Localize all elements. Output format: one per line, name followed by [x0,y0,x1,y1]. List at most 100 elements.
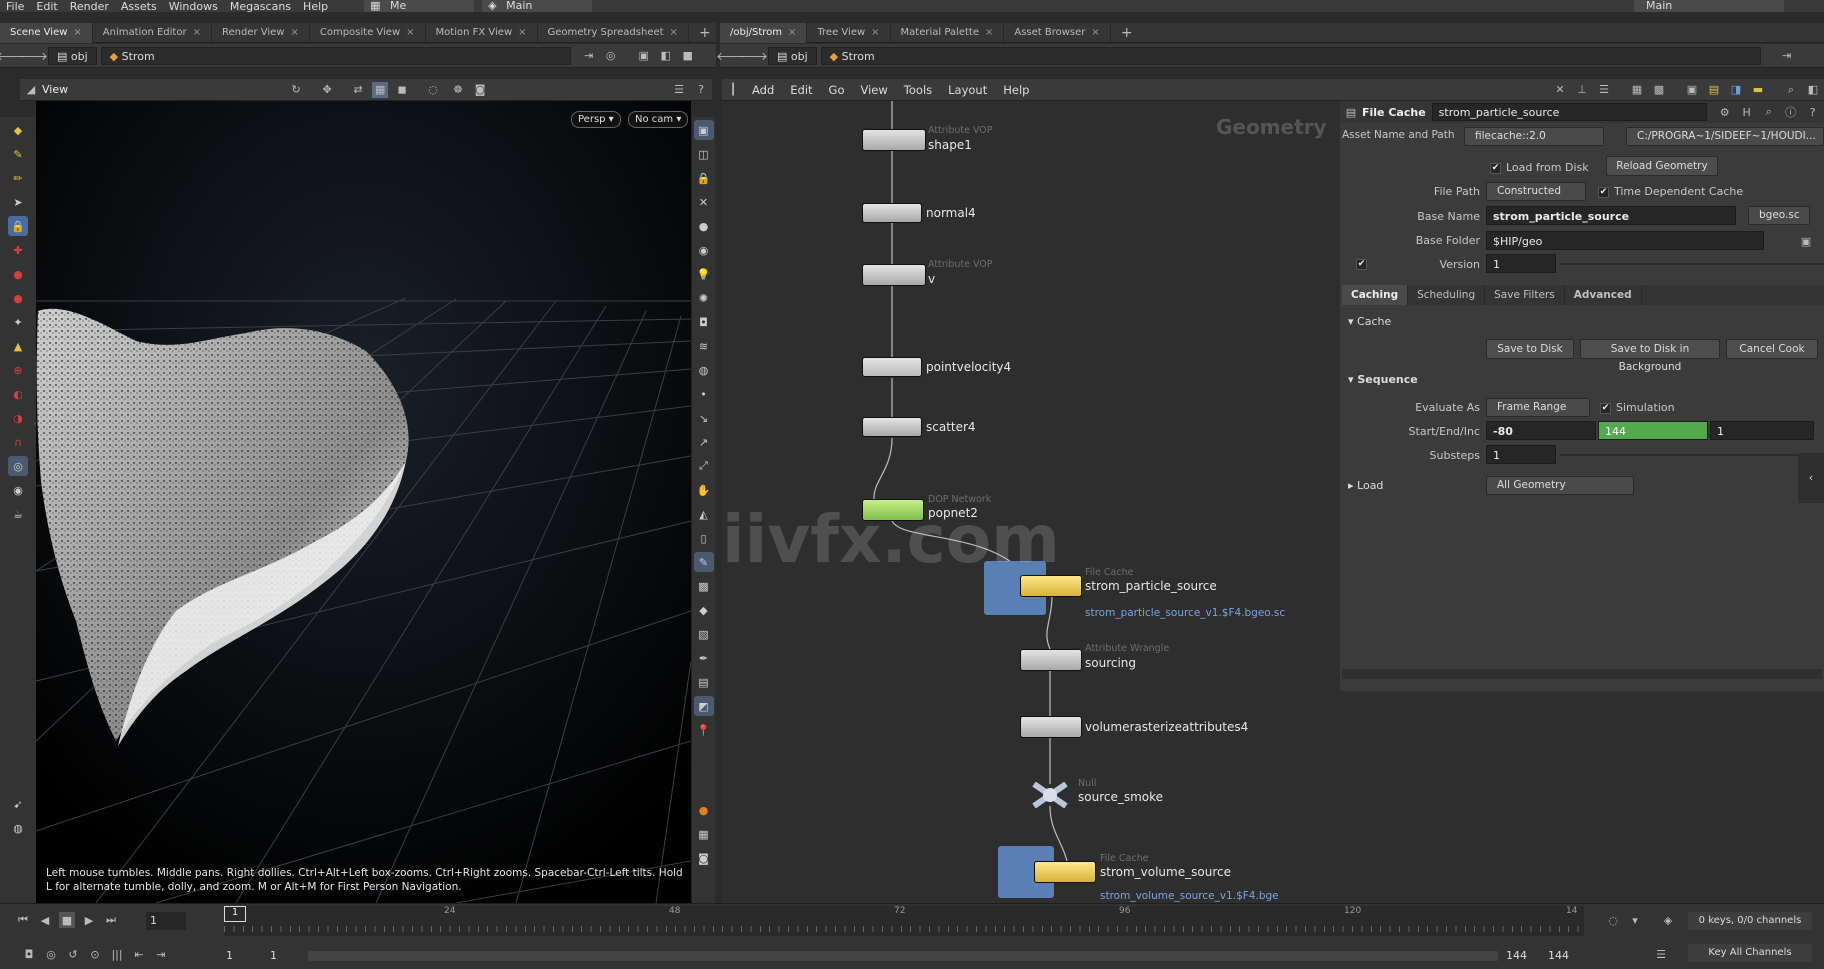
context-select[interactable]: ◈ Main [482,0,593,12]
path-root[interactable]: ▤ obj [768,46,817,65]
close-icon[interactable]: × [73,27,81,38]
box-icon[interactable]: ▤ [694,672,714,692]
save-to-disk-background-button[interactable]: Save to Disk in Background [1580,339,1720,373]
link-icon[interactable]: ◎ [603,48,619,64]
wrench-icon[interactable]: ✕ [1552,82,1568,98]
shelf-icon[interactable]: ◍ [694,360,714,380]
pin-icon[interactable]: ⇥ [1779,48,1795,64]
options-icon[interactable]: ☰ [671,82,687,98]
node-shape1[interactable] [862,129,926,151]
frame-icon[interactable]: ▯ [694,528,714,548]
node-label[interactable]: strom_particle_source [1085,579,1217,593]
base-folder-field[interactable]: $HIP/geo [1486,231,1764,250]
menu-edit[interactable]: Edit [36,1,57,12]
start-frame[interactable]: 1 [226,949,233,962]
light-tool-icon[interactable]: ◍ [8,818,28,838]
snap3-tool-icon[interactable]: ∩ [8,432,28,452]
increment-field[interactable]: 1 [1710,421,1814,440]
node-label[interactable]: shape1 [928,138,972,152]
lock-tool-icon[interactable]: 🔒 [8,216,28,236]
substeps-slider[interactable] [1560,454,1810,456]
range-slider[interactable] [308,951,1498,961]
brush-icon[interactable]: ✎ [693,552,714,572]
playhead[interactable]: 1 [224,906,246,922]
audio-icon[interactable]: ◌ [1605,912,1621,928]
render-tool-icon[interactable]: ◉ [8,480,28,500]
needle-icon[interactable]: ↗ [694,432,714,452]
base-name-field[interactable]: strom_particle_source [1486,206,1736,225]
end-frame-range[interactable]: 144 [1506,949,1527,962]
end-frame-field[interactable]: 144 [1598,421,1708,440]
point-icon[interactable]: • [694,384,714,404]
note-icon[interactable]: ▤ [1706,82,1722,98]
pin-icon[interactable]: 📍 [694,720,714,740]
desktop-select[interactable]: ▦ Me [364,0,475,12]
menu-go[interactable]: Go [829,83,845,97]
menu-layout[interactable]: Layout [948,83,987,97]
view-tool-icon[interactable]: ◎ [8,456,28,476]
maximize-icon[interactable]: ◧ [1805,82,1821,98]
path-node[interactable]: ◆ Strom [100,46,571,65]
light-icon[interactable]: 💡 [694,264,714,284]
asset-path-select[interactable]: C:/PROGRA~1/SIDEEF~1/HOUDI... [1626,127,1824,146]
move-tool-icon[interactable]: ✚ [8,240,28,260]
grid-icon[interactable]: ▦ [372,81,389,98]
folder-browse-icon[interactable]: ▣ [1798,233,1814,249]
current-frame-field[interactable]: 1 [146,912,186,930]
audio2-icon[interactable]: ◎ [43,946,59,962]
node-label[interactable]: normal4 [926,206,976,220]
tab-material-palette[interactable]: Material Palette × [891,22,1005,43]
load-select[interactable]: All Geometry [1486,476,1634,495]
path-root[interactable]: ▤ obj [48,46,97,65]
node-v[interactable] [862,264,926,286]
select-tool-icon[interactable]: ◆ [8,120,28,140]
pic-icon[interactable]: ◩ [693,696,714,716]
null-node-icon[interactable] [1028,781,1072,809]
fps-icon[interactable]: ||| [109,946,125,962]
stripe-icon[interactable]: ≋ [694,336,714,356]
node-strom-volume-source[interactable] [1034,861,1096,883]
back-arrow-icon[interactable]: 🡐 [716,48,746,64]
param-scrollbar[interactable] [1342,669,1822,679]
shade-icon[interactable]: ◉ [694,240,714,260]
play-icon[interactable]: ▶ [81,912,97,928]
rotate-tool-icon[interactable]: ● [8,264,28,284]
layout-grid-icon[interactable]: ▦ [694,824,714,844]
brush-tool-icon[interactable]: ✎ [8,144,28,164]
view-menu-icon[interactable]: ◢ [23,82,39,98]
ghost-icon[interactable]: ✕ [694,192,714,212]
bucket-icon[interactable]: ◭ [694,504,714,524]
cache-section[interactable]: ▾ Cache [1348,315,1391,328]
menu-icon[interactable]: ▾ [1627,912,1643,928]
version-slider[interactable] [1560,263,1824,265]
snap-tool-icon[interactable]: ◐ [8,384,28,404]
handle-tool-icon[interactable]: ✦ [8,312,28,332]
snapshot-icon[interactable]: ◙ [472,82,488,98]
node-pointvelocity4[interactable] [862,357,922,377]
record-icon[interactable]: ◘ [21,946,37,962]
reload-geometry-button[interactable]: Reload Geometry [1606,156,1718,176]
teapot-tool-icon[interactable]: ☕ [8,504,28,524]
menu-view[interactable]: View [861,83,888,97]
grid-icon[interactable]: ▦ [1629,82,1645,98]
time-dependent-toggle[interactable]: ✔ Time Dependent Cache [1598,185,1743,198]
tab-network[interactable]: /obj/Strom × [720,22,808,43]
cube-icon[interactable]: ◆ [694,600,714,620]
vector-icon[interactable]: ⤢ [694,456,714,476]
tab-render-view[interactable]: Render View × [212,22,310,43]
lock-icon[interactable]: 🔒 [694,168,714,188]
node-label[interactable]: volumerasterizeattributes4 [1085,720,1248,734]
node-volumerasterizeattributes4[interactable] [1020,716,1082,738]
scale-tool-icon[interactable]: ● [8,288,28,308]
tab-motion-fx-view[interactable]: Motion FX View × [426,22,538,43]
gear-icon[interactable]: ⚙ [1717,104,1733,120]
info-icon[interactable]: ⓘ [1783,104,1799,120]
channels-icon[interactable]: ☰ [1653,946,1669,962]
pointer-tool-icon[interactable]: ➹ [8,794,28,814]
tab-scene-view[interactable]: Scene View × [0,22,93,43]
step-back-icon[interactable]: ◀ [37,912,53,928]
asset-name-select[interactable]: filecache::2.0 [1464,127,1604,146]
tumble-icon[interactable]: ↻ [288,82,304,98]
view-label[interactable]: View [42,83,68,96]
node-sourcing[interactable] [1020,649,1082,671]
